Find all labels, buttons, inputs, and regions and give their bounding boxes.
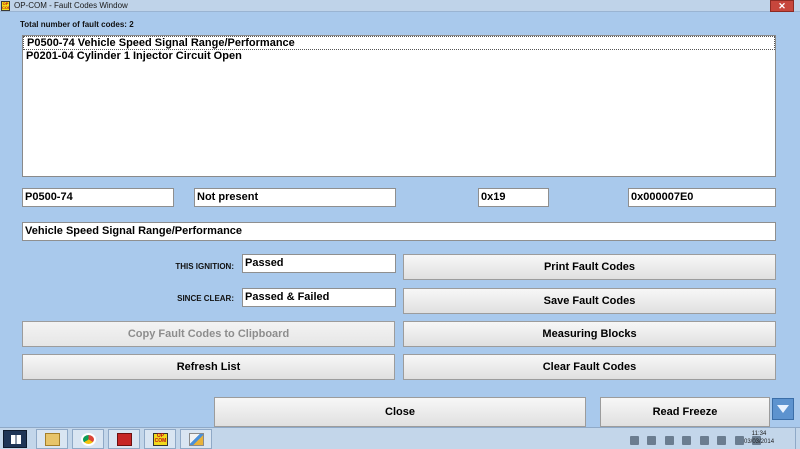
fault-code-item[interactable]: P0500-74 Vehicle Speed Signal Range/Perf… bbox=[23, 36, 775, 50]
file-explorer-icon bbox=[45, 433, 60, 446]
tray-battery-icon[interactable] bbox=[717, 436, 727, 445]
clear-fault-codes-button[interactable]: Clear Fault Codes bbox=[403, 354, 776, 380]
since-clear-label: SINCE CLEAR: bbox=[177, 294, 234, 303]
window-title: OP-COM - Fault Codes Window bbox=[14, 1, 128, 10]
show-desktop-button[interactable] bbox=[795, 428, 800, 449]
tray-sync-icon[interactable] bbox=[682, 436, 692, 445]
this-ignition-field: Passed bbox=[242, 254, 396, 273]
read-freeze-button[interactable]: Read Freeze bbox=[600, 397, 770, 427]
taskbar-clock[interactable]: 11:34 03/03/2014 bbox=[744, 430, 774, 446]
since-clear-field: Passed & Failed bbox=[242, 288, 396, 307]
hex-value-field: 0x19 bbox=[478, 188, 549, 207]
taskbar-paint[interactable] bbox=[180, 429, 212, 449]
fault-count-label: Total number of fault codes: 2 bbox=[20, 20, 134, 29]
refresh-list-button[interactable]: Refresh List bbox=[22, 354, 395, 380]
fault-code-field: P0500-74 bbox=[22, 188, 174, 207]
taskbar-toolbox[interactable] bbox=[108, 429, 140, 449]
status-field: Not present bbox=[194, 188, 396, 207]
opcom-icon: OP COM bbox=[153, 433, 168, 446]
clock-time: 11:34 bbox=[751, 431, 767, 437]
copy-to-clipboard-button[interactable]: Copy Fault Codes to Clipboard bbox=[22, 321, 395, 347]
title-bar: OP COM OP-COM - Fault Codes Window ✕ bbox=[0, 0, 800, 12]
tray-device-icon[interactable] bbox=[699, 436, 709, 445]
ecu-id-field: 0x000007E0 bbox=[628, 188, 776, 207]
window-close-button[interactable]: ✕ bbox=[770, 0, 794, 12]
fault-code-list[interactable]: P0500-74 Vehicle Speed Signal Range/Perf… bbox=[22, 35, 776, 177]
fault-code-item[interactable]: P0201-04 Cylinder 1 Injector Circuit Ope… bbox=[23, 50, 775, 64]
start-icon[interactable] bbox=[3, 430, 27, 448]
tray-gpu-icon[interactable] bbox=[647, 436, 657, 445]
taskbar-file-explorer[interactable] bbox=[36, 429, 68, 449]
opcom-app-icon: OP COM bbox=[1, 1, 10, 11]
measuring-blocks-button[interactable]: Measuring Blocks bbox=[403, 321, 776, 347]
tray-signal-icon[interactable] bbox=[734, 436, 744, 445]
taskbar-chrome[interactable] bbox=[72, 429, 104, 449]
taskbar: OP COM 11:34 03/03/2014 bbox=[0, 427, 800, 449]
paint-icon bbox=[189, 433, 204, 446]
scroll-down-icon[interactable] bbox=[772, 398, 794, 420]
print-fault-codes-button[interactable]: Print Fault Codes bbox=[403, 254, 776, 280]
toolbox-icon bbox=[117, 433, 132, 446]
close-button[interactable]: Close bbox=[214, 397, 586, 427]
taskbar-opcom[interactable]: OP COM bbox=[144, 429, 176, 449]
clock-date: 03/03/2014 bbox=[744, 439, 775, 445]
chrome-icon bbox=[81, 433, 96, 446]
this-ignition-label: THIS IGNITION: bbox=[175, 262, 234, 271]
tray-flag-icon[interactable] bbox=[630, 436, 639, 445]
description-field: Vehicle Speed Signal Range/Performance bbox=[22, 222, 776, 241]
save-fault-codes-button[interactable]: Save Fault Codes bbox=[403, 288, 776, 314]
tray-network-icon[interactable] bbox=[664, 436, 674, 445]
